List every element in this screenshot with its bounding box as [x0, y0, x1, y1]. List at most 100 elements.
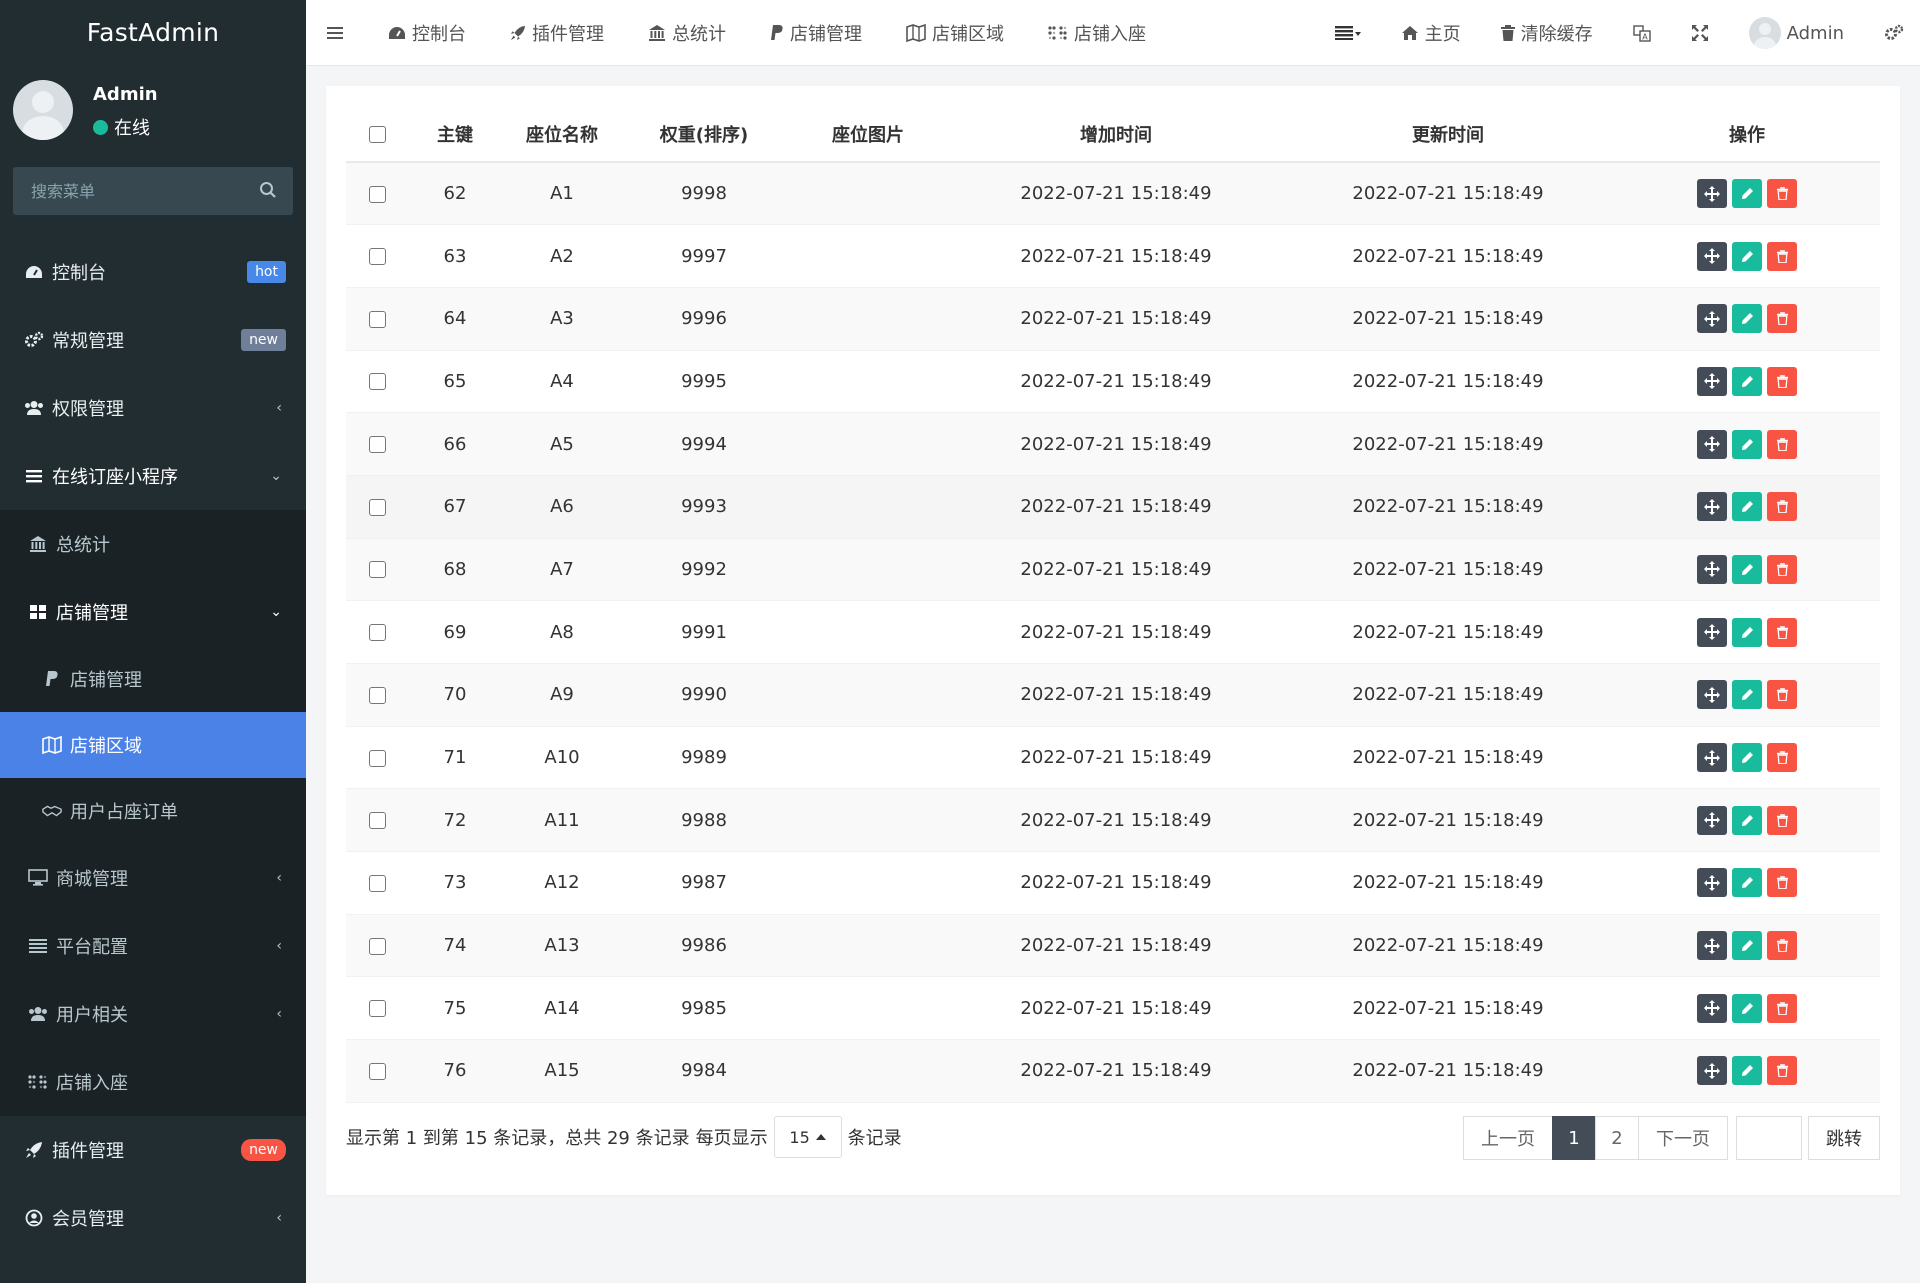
row-checkbox[interactable]	[368, 248, 386, 266]
table-row[interactable]: 68 A7 9992 2022-07-21 15:18:49 2022-07-21 15…	[346, 538, 1880, 602]
table-row[interactable]: 66 A5 9994 2022-07-21 15:18:49 2022-07-21 15…	[346, 412, 1880, 476]
page-2-button[interactable]: 2	[1595, 1116, 1639, 1160]
jump-page-input[interactable]	[1736, 1116, 1802, 1160]
delete-button[interactable]	[1767, 805, 1797, 835]
sidebar-item-users[interactable]: 用户相关 ‹	[0, 980, 306, 1048]
sidebar-item-mall[interactable]: 商城管理 ‹	[0, 844, 306, 912]
nav-more-dropdown[interactable]	[1315, 0, 1381, 66]
tab-shop-seat[interactable]: 店铺入座	[1026, 0, 1168, 66]
select-all-checkbox[interactable]	[368, 125, 386, 143]
column-header[interactable]: 座位名称	[502, 106, 622, 163]
table-row[interactable]: 63 A2 9997 2022-07-21 15:18:49 2022-07-21 15…	[346, 224, 1880, 288]
tab-shop-manage[interactable]: 店铺管理	[748, 0, 884, 66]
edit-button[interactable]	[1732, 805, 1762, 835]
table-row[interactable]: 72 A11 9988 2022-07-21 15:18:49 2022-07-21 1…	[346, 788, 1880, 853]
table-row[interactable]: 76 A15 9984 2022-07-21 15:18:49 2022-07-21 1…	[346, 1039, 1880, 1103]
row-checkbox[interactable]	[368, 874, 386, 892]
edit-button[interactable]	[1732, 1056, 1762, 1086]
edit-button[interactable]	[1732, 680, 1762, 710]
delete-button[interactable]	[1767, 429, 1797, 459]
delete-button[interactable]	[1767, 1056, 1797, 1086]
drag-sort-button[interactable]	[1697, 304, 1727, 334]
sidebar-item-shop-seat[interactable]: 店铺入座	[0, 1048, 306, 1116]
edit-button[interactable]	[1732, 554, 1762, 584]
table-row[interactable]: 73 A12 9987 2022-07-21 15:18:49 2022-07-21 1…	[346, 851, 1880, 915]
row-checkbox[interactable]	[368, 310, 386, 328]
row-checkbox[interactable]	[368, 1062, 386, 1080]
edit-button[interactable]	[1732, 743, 1762, 773]
row-checkbox[interactable]	[368, 561, 386, 579]
nav-language-button[interactable]: A	[1613, 0, 1671, 66]
sidebar-item-general[interactable]: 常规管理 new	[0, 306, 306, 374]
drag-sort-button[interactable]	[1697, 617, 1727, 647]
column-header[interactable]: 更新时间	[1282, 106, 1614, 163]
table-row[interactable]: 62 A1 9998 2022-07-21 15:18:49 2022-07-21 15…	[346, 162, 1880, 226]
sidebar-item-seat-order[interactable]: 用户占座订单	[0, 778, 306, 844]
table-row[interactable]: 74 A13 9986 2022-07-21 15:18:49 2022-07-21 1…	[346, 914, 1880, 978]
row-checkbox[interactable]	[368, 436, 386, 454]
app-logo[interactable]: FastAdmin	[0, 0, 306, 66]
row-checkbox[interactable]	[368, 498, 386, 516]
nav-admin-menu[interactable]: Admin	[1729, 0, 1864, 66]
next-page-button[interactable]: 下一页	[1638, 1116, 1728, 1160]
table-row[interactable]: 67 A6 9993 2022-07-21 15:18:49 2022-07-21 15…	[346, 475, 1880, 539]
sidebar-item-shop-manage[interactable]: 店铺管理	[0, 646, 306, 712]
column-header[interactable]: 权重(排序)	[622, 106, 786, 163]
drag-sort-button[interactable]	[1697, 179, 1727, 209]
menu-search-input[interactable]	[13, 167, 293, 215]
sidebar-item-platform[interactable]: 平台配置 ‹	[0, 912, 306, 980]
delete-button[interactable]	[1767, 304, 1797, 334]
delete-button[interactable]	[1767, 366, 1797, 396]
drag-sort-button[interactable]	[1697, 492, 1727, 522]
table-row[interactable]: 70 A9 9990 2022-07-21 15:18:49 2022-07-21 15…	[346, 663, 1880, 727]
row-checkbox[interactable]	[368, 686, 386, 704]
delete-button[interactable]	[1767, 743, 1797, 773]
edit-button[interactable]	[1732, 617, 1762, 647]
table-row[interactable]: 69 A8 9991 2022-07-21 15:18:49 2022-07-21 15…	[346, 600, 1880, 664]
edit-button[interactable]	[1732, 179, 1762, 209]
sidebar-item-dashboard[interactable]: 控制台 hot	[0, 238, 306, 306]
jump-button[interactable]: 跳转	[1808, 1116, 1880, 1160]
nav-clear-cache-button[interactable]: 清除缓存	[1481, 0, 1613, 66]
column-header[interactable]: 增加时间	[950, 106, 1282, 163]
sidebar-toggle-button[interactable]	[306, 0, 366, 66]
drag-sort-button[interactable]	[1697, 429, 1727, 459]
edit-button[interactable]	[1732, 304, 1762, 334]
row-checkbox[interactable]	[368, 373, 386, 391]
drag-sort-button[interactable]	[1697, 931, 1727, 961]
column-header[interactable]: 座位图片	[786, 106, 950, 163]
drag-sort-button[interactable]	[1697, 1056, 1727, 1086]
drag-sort-button[interactable]	[1697, 241, 1727, 271]
drag-sort-button[interactable]	[1697, 366, 1727, 396]
edit-button[interactable]	[1732, 492, 1762, 522]
table-row[interactable]: 75 A14 9985 2022-07-21 15:18:49 2022-07-21 1…	[346, 976, 1880, 1041]
tab-plugins[interactable]: 插件管理	[488, 0, 626, 66]
sidebar-item-shop[interactable]: 店铺管理 ⌄	[0, 578, 306, 646]
edit-button[interactable]	[1732, 993, 1762, 1023]
edit-button[interactable]	[1732, 931, 1762, 961]
nav-settings-button[interactable]	[1864, 0, 1920, 66]
drag-sort-button[interactable]	[1697, 680, 1727, 710]
drag-sort-button[interactable]	[1697, 805, 1727, 835]
page-1-button[interactable]: 1	[1552, 1116, 1596, 1160]
sidebar-item-auth[interactable]: 权限管理 ‹	[0, 374, 306, 442]
delete-button[interactable]	[1767, 492, 1797, 522]
delete-button[interactable]	[1767, 179, 1797, 209]
tab-shop-area[interactable]: 店铺区域	[884, 0, 1026, 66]
sidebar-item-plugins[interactable]: 插件管理 new	[0, 1116, 306, 1184]
nav-fullscreen-button[interactable]	[1671, 0, 1729, 66]
edit-button[interactable]	[1732, 366, 1762, 396]
sidebar-item-stats[interactable]: 总统计	[0, 510, 306, 578]
drag-sort-button[interactable]	[1697, 554, 1727, 584]
prev-page-button[interactable]: 上一页	[1463, 1116, 1553, 1160]
delete-button[interactable]	[1767, 617, 1797, 647]
search-icon[interactable]	[259, 181, 277, 203]
drag-sort-button[interactable]	[1697, 993, 1727, 1023]
tab-dashboard[interactable]: 控制台	[366, 0, 488, 66]
row-checkbox[interactable]	[368, 624, 386, 642]
row-checkbox[interactable]	[368, 812, 386, 830]
page-size-select[interactable]: 15	[773, 1116, 842, 1158]
row-checkbox[interactable]	[368, 749, 386, 767]
tab-stats[interactable]: 总统计	[626, 0, 748, 66]
column-header[interactable]: 主键	[408, 106, 502, 163]
